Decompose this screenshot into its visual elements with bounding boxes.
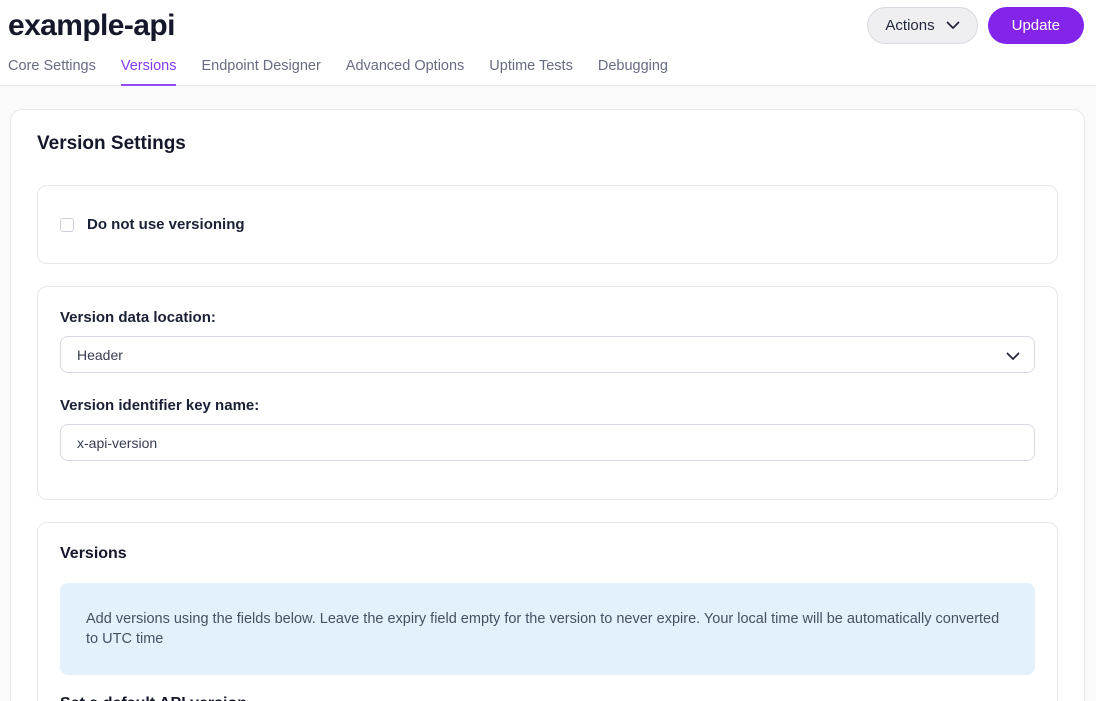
version-location-card: Version data location: Header Version id… — [37, 286, 1058, 500]
tab-bar: Core Settings Versions Endpoint Designer… — [0, 44, 1096, 86]
versions-card-title: Versions — [60, 545, 1035, 563]
version-identifier-label: Version identifier key name: — [60, 397, 1035, 414]
versions-info-banner: Add versions using the fields below. Lea… — [60, 583, 1035, 675]
tab-advanced-options[interactable]: Advanced Options — [346, 58, 465, 86]
default-api-version-heading: Set a default API version — [60, 695, 1035, 701]
topbar-actions: Actions Update — [867, 7, 1084, 44]
version-data-location-selected-value: Header — [77, 347, 123, 363]
tab-core-settings[interactable]: Core Settings — [8, 58, 96, 86]
version-identifier-field: Version identifier key name: — [60, 397, 1035, 461]
tab-uptime-tests[interactable]: Uptime Tests — [489, 58, 573, 86]
topbar: example-api Actions Update — [0, 0, 1096, 44]
version-identifier-input[interactable] — [60, 424, 1035, 461]
version-data-location-field: Version data location: Header — [60, 309, 1035, 373]
version-data-location-select[interactable]: Header — [60, 336, 1035, 373]
page-title: Version Settings — [37, 133, 1058, 155]
version-data-location-label: Version data location: — [60, 309, 1035, 326]
page-header: example-api Actions Update Core Settings… — [0, 0, 1096, 86]
do-not-use-versioning-label[interactable]: Do not use versioning — [87, 216, 245, 233]
actions-button-label: Actions — [885, 17, 934, 34]
actions-button[interactable]: Actions — [867, 7, 977, 44]
chevron-down-icon — [946, 17, 960, 34]
do-not-use-versioning-checkbox[interactable] — [60, 218, 74, 232]
chevron-down-icon — [1006, 348, 1020, 364]
version-settings-card: Version Settings Do not use versioning V… — [10, 109, 1085, 701]
tab-debugging[interactable]: Debugging — [598, 58, 668, 86]
versioning-toggle-card: Do not use versioning — [37, 185, 1058, 264]
versioning-checkbox-row: Do not use versioning — [60, 216, 1035, 233]
update-button[interactable]: Update — [988, 7, 1084, 44]
api-title: example-api — [8, 9, 175, 43]
versions-card: Versions Add versions using the fields b… — [37, 522, 1058, 701]
tab-endpoint-designer[interactable]: Endpoint Designer — [201, 58, 320, 86]
tab-versions[interactable]: Versions — [121, 58, 177, 86]
